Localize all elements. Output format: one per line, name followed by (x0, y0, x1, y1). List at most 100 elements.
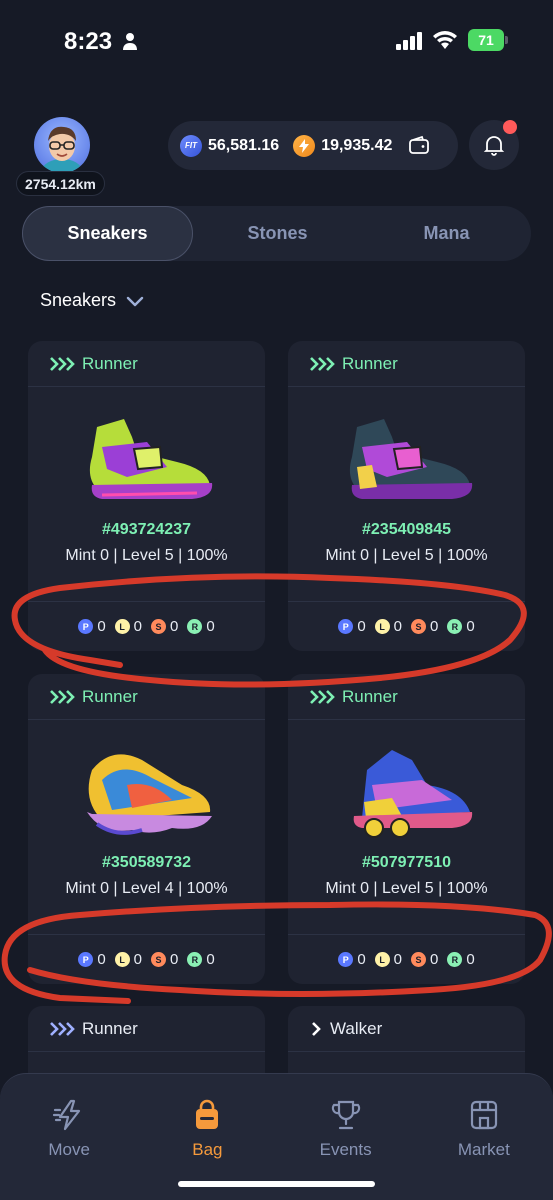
tab-mana[interactable]: Mana (362, 206, 531, 261)
tab-sneakers[interactable]: Sneakers (22, 206, 193, 261)
attr-l-value: 0 (393, 618, 402, 635)
balance-bar[interactable]: FIT 56,581.16 19,935.42 (168, 121, 458, 170)
attr-s: S0 (411, 618, 438, 635)
r-attr-icon: R (187, 619, 203, 634)
energy-balance: 19,935.42 (321, 136, 393, 154)
sneaker-image (28, 387, 265, 527)
nav-move-label: Move (48, 1140, 90, 1159)
status-bar: 8:23 71 (0, 0, 553, 80)
sneaker-type: Walker (330, 1018, 383, 1038)
attr-l: L0 (374, 951, 402, 968)
sneaker-icon (86, 754, 212, 835)
attr-p-value: 0 (357, 951, 366, 968)
attr-r: R0 (447, 618, 475, 635)
attr-p-value: 0 (97, 951, 106, 968)
sneaker-icon (349, 419, 472, 499)
sneaker-filter-dropdown[interactable]: Sneakers (40, 290, 144, 311)
filter-label: Sneakers (40, 290, 117, 310)
attr-r: R0 (187, 951, 215, 968)
runner-chevrons-icon (50, 1021, 75, 1036)
sneaker-card[interactable]: Runner #493724237 Mint 0 | Level 5 | 100… (28, 341, 265, 651)
nav-market[interactable]: Market (415, 1098, 553, 1200)
notification-dot (503, 120, 517, 134)
sneaker-icon (89, 419, 212, 499)
attr-p-value: 0 (357, 618, 366, 635)
attr-p: P0 (78, 618, 106, 635)
s-attr-icon: S (151, 952, 166, 967)
attr-l-value: 0 (133, 618, 142, 635)
sneaker-icon (353, 750, 472, 838)
battery-icon: 71 (468, 29, 508, 51)
nav-move[interactable]: Move (0, 1098, 138, 1200)
r-attr-icon: R (447, 952, 463, 967)
card-header: Runner (28, 674, 265, 720)
s-attr-icon: S (411, 619, 426, 634)
notification-button[interactable] (469, 120, 519, 170)
attr-r: R0 (447, 951, 475, 968)
distance-badge: 2754.12km (16, 171, 105, 196)
sneaker-type: Runner (82, 686, 138, 706)
tab-stones[interactable]: Stones (193, 206, 362, 261)
category-tabs: Sneakers Stones Mana (22, 206, 531, 261)
lightning-icon (53, 1099, 81, 1131)
wallet-icon[interactable] (408, 135, 430, 157)
l-attr-icon: L (114, 952, 130, 967)
sneaker-stats: Mint 0 | Level 5 | 100% (325, 547, 488, 564)
p-attr-icon: P (78, 952, 94, 967)
sneaker-type: Runner (342, 686, 398, 706)
walker-chevron-icon (312, 1021, 321, 1036)
bell-icon (483, 136, 505, 156)
r-attr-icon: R (447, 619, 463, 634)
avatar-face-icon (42, 126, 82, 173)
attr-s-value: 0 (170, 618, 179, 635)
wifi-icon (433, 31, 457, 49)
card-header: Runner (28, 341, 265, 387)
r-attr-icon: R (187, 952, 203, 967)
runner-chevrons-icon (50, 689, 75, 704)
sneaker-card[interactable]: Runner #507977510 Mint 0 | Level 5 | 100… (288, 674, 525, 984)
nav-market-label: Market (457, 1140, 510, 1159)
attr-l-value: 0 (133, 951, 142, 968)
chevron-down-icon (126, 296, 144, 306)
attr-s: S0 (411, 951, 438, 968)
nav-events-label: Events (319, 1140, 372, 1159)
attr-s: S0 (151, 618, 178, 635)
attribute-row: P0 L0 S0 R0 (28, 601, 265, 651)
runner-chevrons-icon (310, 356, 335, 371)
s-attr-icon: S (151, 619, 166, 634)
signal-icon (396, 32, 422, 50)
sneaker-type: Runner (82, 1018, 138, 1038)
energy-coin-icon (293, 134, 316, 157)
card-header: Runner (28, 1006, 265, 1052)
s-attr-icon: S (411, 952, 426, 967)
sneaker-stats: Mint 0 | Level 5 | 100% (65, 547, 228, 564)
attr-r-value: 0 (466, 951, 475, 968)
attribute-row: P0 L0 S0 R0 (288, 934, 525, 984)
sneaker-card[interactable]: Runner #350589732 Mint 0 | Level 4 | 100… (28, 674, 265, 984)
avatar[interactable] (34, 117, 90, 173)
attr-p: P0 (338, 951, 366, 968)
attr-l: L0 (114, 951, 142, 968)
attr-l-value: 0 (393, 951, 402, 968)
sneaker-type: Runner (342, 353, 398, 373)
l-attr-icon: L (114, 619, 130, 634)
battery-level: 71 (468, 29, 504, 51)
home-indicator (178, 1181, 375, 1187)
attr-r-value: 0 (206, 951, 215, 968)
sneaker-card[interactable]: Runner #235409845 Mint 0 | Level 5 | 100… (288, 341, 525, 651)
sneaker-id: #507977510 (362, 854, 451, 871)
fit-coin-icon: FIT (180, 134, 202, 157)
fit-balance: 56,581.16 (208, 136, 280, 154)
attr-l: L0 (114, 618, 142, 635)
attribute-row: P0 L0 S0 R0 (28, 934, 265, 984)
status-time: 8:23 (64, 28, 113, 55)
attr-s-value: 0 (170, 951, 179, 968)
attr-r-value: 0 (206, 618, 215, 635)
attr-s-value: 0 (430, 618, 439, 635)
attr-p: P0 (78, 951, 106, 968)
sneaker-image (28, 720, 265, 860)
attr-p: P0 (338, 618, 366, 635)
l-attr-icon: L (374, 952, 390, 967)
p-attr-icon: P (78, 619, 94, 634)
card-header: Walker (288, 1006, 525, 1052)
